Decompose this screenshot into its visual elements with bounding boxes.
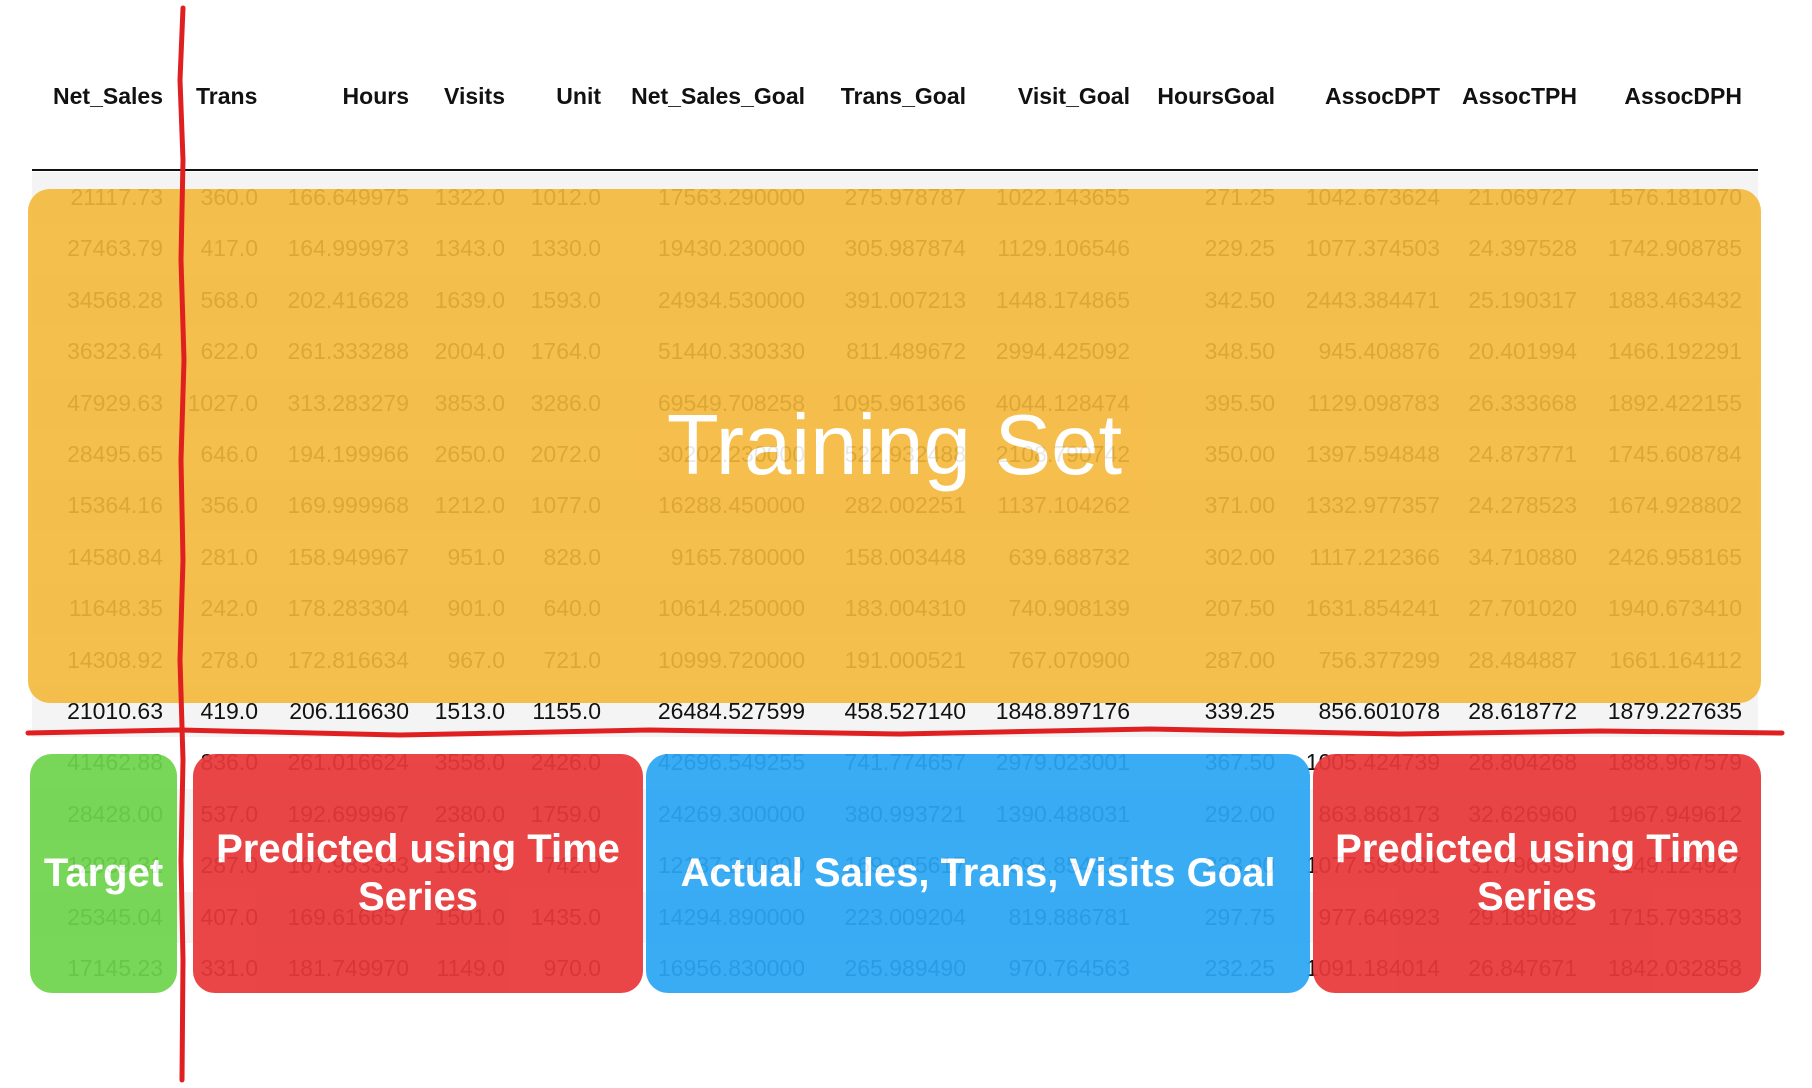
predicted-time-series-label-right: Predicted using Time Series xyxy=(1335,827,1739,919)
column-header: Visits xyxy=(444,83,505,109)
predicted-time-series-box-right: Predicted using Time Series xyxy=(1313,754,1761,993)
column-header: HoursGoal xyxy=(1157,83,1275,109)
column-header: Unit xyxy=(556,83,601,109)
predicted-time-series-box-left: Predicted using Time Series xyxy=(193,754,643,993)
diagram-stage: Net_Sales Trans Hours Visits Unit Net_Sales_G… xyxy=(0,0,1812,1088)
target-label: Target xyxy=(43,850,164,895)
column-header: Hours xyxy=(342,83,409,109)
column-header: AssocDPH xyxy=(1624,83,1742,109)
column-header: Net_Sales xyxy=(53,83,163,109)
training-set-label: Training Set xyxy=(666,397,1123,493)
column-header: AssocTPH xyxy=(1461,83,1577,109)
column-header: Trans_Goal xyxy=(840,83,966,109)
target-box: Target xyxy=(30,754,177,993)
header-rule xyxy=(32,169,1758,171)
column-header: Visit_Goal xyxy=(1017,83,1130,109)
actual-goals-label: Actual Sales, Trans, Visits Goal xyxy=(680,850,1276,895)
column-header: AssocDPT xyxy=(1324,83,1440,109)
training-set-box: Training Set xyxy=(28,189,1761,703)
column-header: Trans xyxy=(196,83,258,109)
predicted-time-series-label-left: Predicted using Time Series xyxy=(216,827,620,919)
column-header: Net_Sales_Goal xyxy=(631,83,805,109)
actual-goals-box: Actual Sales, Trans, Visits Goal xyxy=(646,754,1310,993)
